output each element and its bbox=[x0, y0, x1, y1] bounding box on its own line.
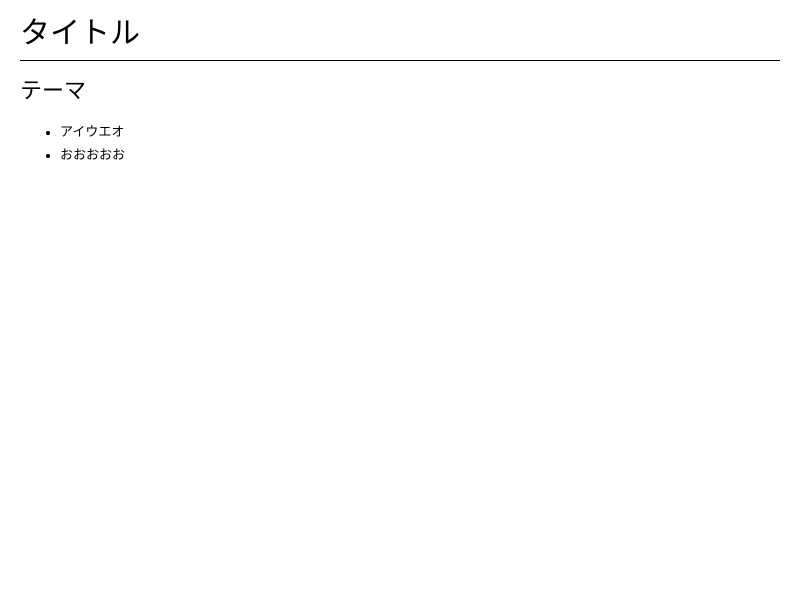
bullet-list: アイウエオ おおおおお bbox=[20, 121, 780, 167]
section-heading: テーマ bbox=[20, 79, 87, 104]
list-item: おおおおお bbox=[60, 144, 780, 167]
list-item: アイウエオ bbox=[60, 121, 780, 144]
page-title: タイトル bbox=[20, 0, 780, 61]
